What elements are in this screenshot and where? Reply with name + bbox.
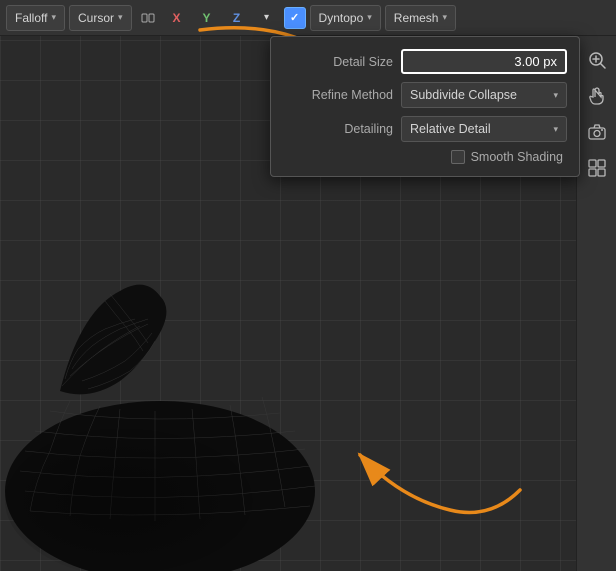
refine-method-row: Refine Method Subdivide Collapse ▾ [271, 78, 579, 112]
detailing-label: Detailing [283, 122, 393, 136]
dyntopo-checkbox[interactable]: ✓ [284, 7, 306, 29]
detailing-chevron-icon: ▾ [553, 124, 558, 135]
falloff-dropdown[interactable]: Falloff ▾ [6, 5, 65, 31]
extra-chevron-icon: ▾ [264, 12, 269, 23]
dyntopo-chevron-icon: ▾ [367, 12, 372, 23]
refine-method-label: Refine Method [283, 88, 393, 102]
detail-size-input[interactable] [401, 49, 567, 74]
smooth-shading-checkbox[interactable] [451, 150, 465, 164]
extra-options-btn[interactable]: ▾ [254, 5, 280, 31]
y-label: Y [203, 11, 211, 25]
dyntopo-dropdown[interactable]: Dyntopo ▾ [310, 5, 381, 31]
remesh-label: Remesh [394, 11, 439, 25]
refine-method-chevron-icon: ▾ [553, 90, 558, 101]
remesh-dropdown[interactable]: Remesh ▾ [385, 5, 456, 31]
detailing-value: Relative Detail [410, 122, 491, 136]
check-icon: ✓ [290, 11, 299, 24]
remesh-chevron-icon: ▾ [442, 12, 447, 23]
cursor-label: Cursor [78, 11, 114, 25]
refine-method-value-container: Subdivide Collapse ▾ [401, 82, 567, 108]
dyntopo-label: Dyntopo [319, 11, 364, 25]
grid-button[interactable] [581, 152, 613, 184]
detail-size-label: Detail Size [283, 55, 393, 69]
zoom-button[interactable] [581, 44, 613, 76]
falloff-chevron-icon: ▾ [51, 12, 56, 23]
smooth-shading-label: Smooth Shading [471, 150, 563, 164]
falloff-label: Falloff [15, 11, 47, 25]
detail-size-row: Detail Size [271, 45, 579, 78]
refine-method-select[interactable]: Subdivide Collapse ▾ [401, 82, 567, 108]
detailing-row: Detailing Relative Detail ▾ [271, 112, 579, 146]
detailing-value-container: Relative Detail ▾ [401, 116, 567, 142]
y-axis-btn[interactable]: Y [194, 5, 220, 31]
dyntopo-panel: Detail Size Refine Method Subdivide Coll… [270, 36, 580, 177]
smooth-shading-row: Smooth Shading [271, 146, 579, 168]
cursor-dropdown[interactable]: Cursor ▾ [69, 5, 132, 31]
z-axis-btn[interactable]: Z [224, 5, 250, 31]
cursor-chevron-icon: ▾ [118, 12, 123, 23]
detailing-select[interactable]: Relative Detail ▾ [401, 116, 567, 142]
z-label: Z [233, 11, 240, 25]
hand-button[interactable] [581, 80, 613, 112]
right-sidebar [576, 36, 616, 571]
camera-button[interactable] [581, 116, 613, 148]
symmetry-icon[interactable] [136, 5, 160, 31]
toolbar: Falloff ▾ Cursor ▾ X Y Z ▾ ✓ Dyntopo ▾ R… [0, 0, 616, 36]
refine-method-value: Subdivide Collapse [410, 88, 517, 102]
detail-size-value-container [401, 49, 567, 74]
x-axis-btn[interactable]: X [164, 5, 190, 31]
x-label: X [173, 11, 181, 25]
